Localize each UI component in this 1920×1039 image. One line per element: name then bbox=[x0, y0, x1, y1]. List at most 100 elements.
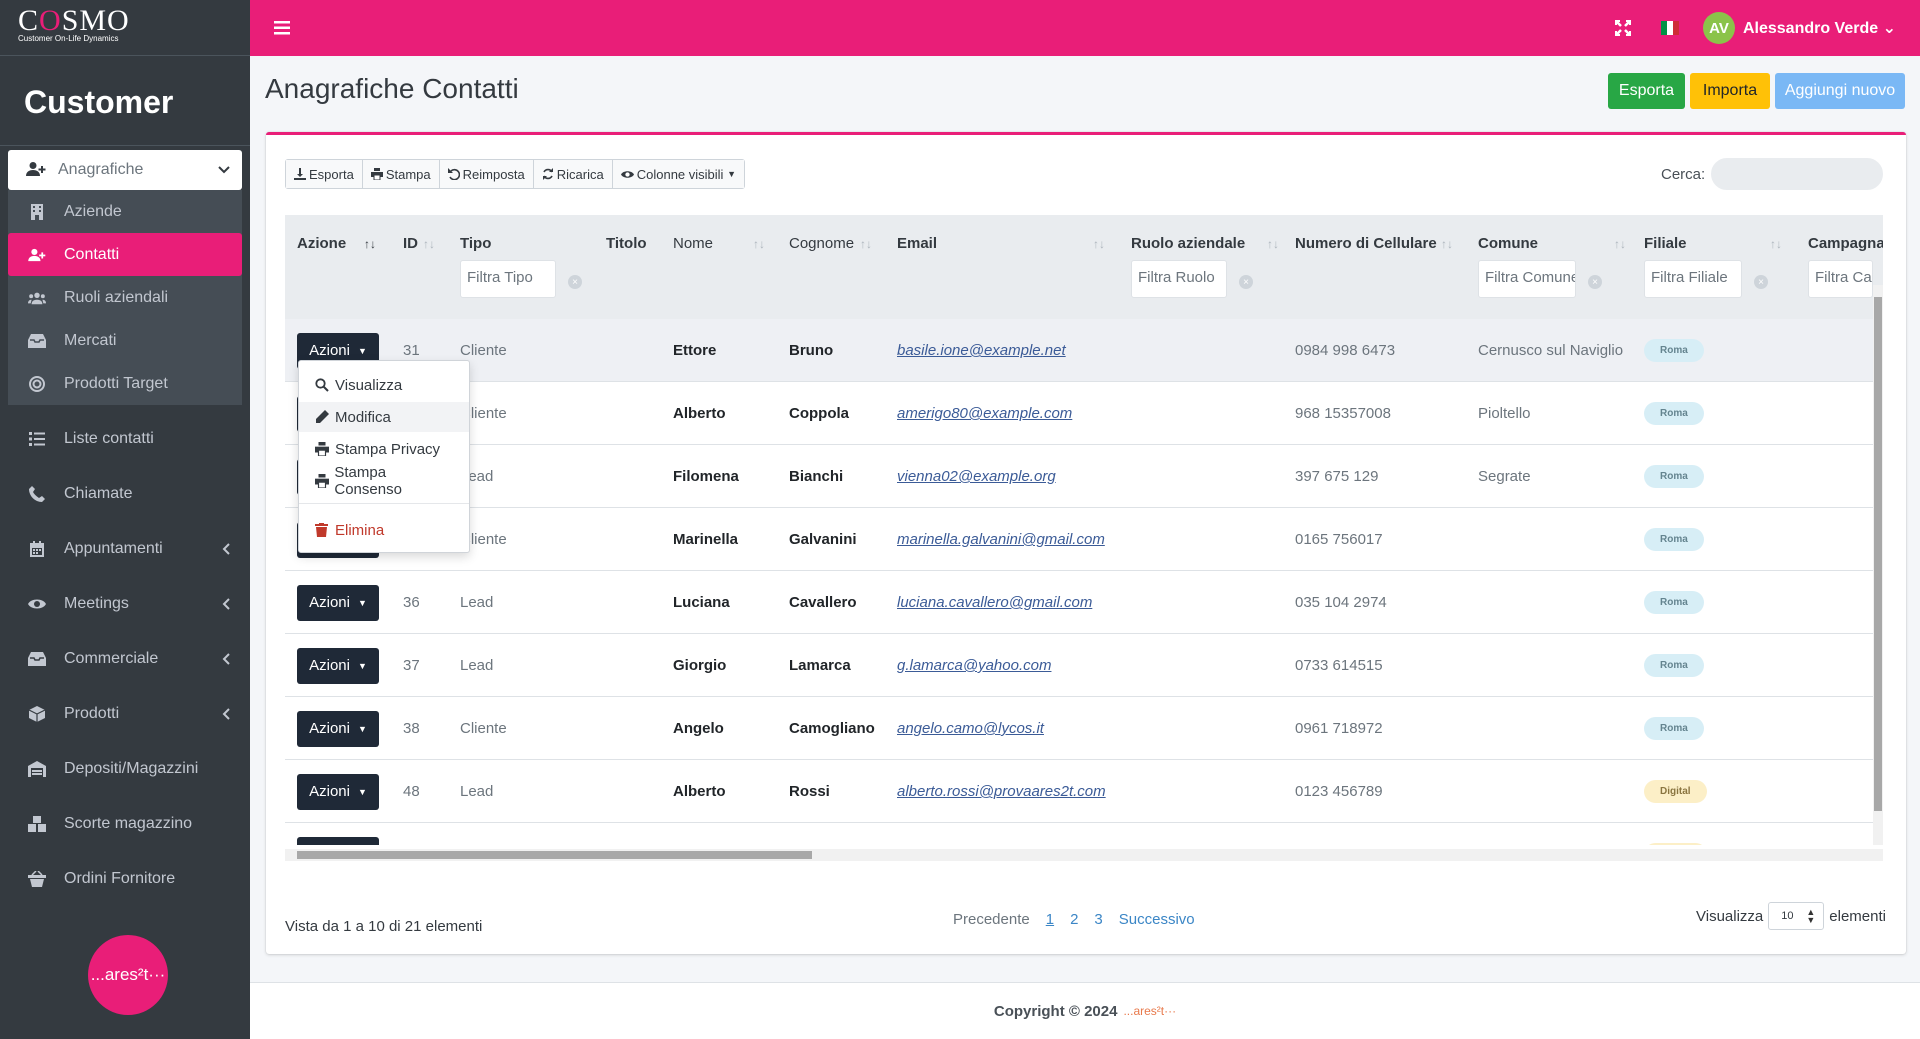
sidebar-item-liste-contatti[interactable]: Liste contatti bbox=[8, 411, 242, 466]
cell-id: 36 bbox=[403, 594, 420, 611]
clear-filter-icon[interactable]: × bbox=[1239, 275, 1253, 289]
cell-email[interactable]: g.lamarca@yahoo.com bbox=[897, 634, 1051, 697]
toolbar-export-button[interactable]: Esporta bbox=[286, 160, 363, 188]
toolbar-reload-button[interactable]: Ricarica bbox=[533, 160, 613, 188]
cell-email[interactable]: luciana.cavallero@gmail.com bbox=[897, 571, 1092, 634]
sidebar-item-appuntamenti[interactable]: Appuntamenti bbox=[8, 521, 242, 576]
sidebar-item-ordini-fornitore[interactable]: Ordini Fornitore bbox=[8, 851, 242, 906]
col-azione[interactable]: Azione ↑↓ bbox=[297, 235, 376, 252]
row-actions-button[interactable]: Azioni▼ bbox=[297, 773, 379, 810]
sidebar: COSMO Customer On-Life Dynamics Customer… bbox=[0, 0, 250, 1039]
clear-filter-icon[interactable]: × bbox=[1754, 275, 1768, 289]
toolbar-reset-button[interactable]: Reimposta bbox=[439, 160, 534, 188]
page-2-button[interactable]: 2 bbox=[1070, 911, 1078, 928]
col-id[interactable]: ID ↑↓ bbox=[403, 235, 435, 252]
search-input[interactable] bbox=[1711, 158, 1883, 190]
view-menu-item[interactable]: Visualizza bbox=[299, 370, 469, 400]
sidebar-item-aziende[interactable]: Aziende bbox=[8, 190, 242, 233]
table-info: Vista da 1 a 10 di 21 elementi bbox=[285, 918, 483, 935]
cell-email[interactable]: alberto.rossi@provaares2t.com bbox=[897, 760, 1106, 823]
sidebar-item-prodotti-target[interactable]: Prodotti Target bbox=[8, 362, 242, 405]
cell-azione: Azioni ▼ bbox=[297, 760, 379, 823]
cell-email[interactable]: vienna02@example.org bbox=[897, 445, 1056, 508]
export-button[interactable]: Esporta bbox=[1608, 73, 1685, 109]
col-campagna[interactable]: Campagna bbox=[1808, 235, 1883, 252]
cell-cellulare: 035 104 2974 bbox=[1295, 594, 1387, 611]
cell-cognome: Coppola bbox=[789, 405, 849, 422]
col-filiale[interactable]: Filiale ↑↓ bbox=[1644, 235, 1782, 252]
length-suffix: elementi bbox=[1829, 907, 1886, 925]
sidebar-item-contatti[interactable]: Contatti bbox=[8, 233, 242, 276]
clear-filter-icon[interactable]: × bbox=[568, 275, 582, 289]
toolbar-print-button[interactable]: Stampa bbox=[362, 160, 440, 188]
cell-tipo: Lead bbox=[460, 657, 494, 674]
col-cellulare[interactable]: Numero di Cellulare ↑↓ bbox=[1295, 235, 1453, 252]
row-actions-button[interactable]: Azioni▼ bbox=[297, 584, 379, 621]
fullscreen-icon[interactable] bbox=[1614, 20, 1631, 36]
cell-email[interactable]: basile.ione@example.net bbox=[897, 319, 1066, 382]
sidebar-item-ruoli-aziendali[interactable]: Ruoli aziendali bbox=[8, 276, 242, 319]
print-consent-menu-item[interactable]: Stampa Consenso bbox=[299, 464, 469, 498]
page-1-button[interactable]: 1 bbox=[1046, 911, 1054, 928]
cell-cellulare: 968 15357008 bbox=[1295, 405, 1391, 422]
scrollbar-thumb[interactable] bbox=[1874, 297, 1882, 811]
sidebar-item-prodotti[interactable]: Prodotti bbox=[8, 686, 242, 741]
reload-icon bbox=[542, 168, 554, 180]
sidebar-item-scorte-magazzino[interactable]: Scorte magazzino bbox=[8, 796, 242, 851]
row-actions-button[interactable]: Azioni▼ bbox=[297, 836, 379, 845]
cell-email[interactable]: marinella.galvanini@gmail.com bbox=[897, 508, 1105, 571]
cell-email[interactable]: amerigo80@example.com bbox=[897, 382, 1072, 445]
menu-toggle-icon[interactable] bbox=[274, 21, 292, 35]
sidebar-group-anagrafiche[interactable]: Anagrafiche bbox=[8, 150, 242, 190]
prev-page-button[interactable]: Precedente bbox=[953, 911, 1030, 928]
cell-email[interactable]: andrea.bassi@provaares.com bbox=[897, 823, 1097, 845]
col-cognome[interactable]: Cognome ↑↓ bbox=[789, 235, 872, 252]
scrollbar-thumb[interactable] bbox=[297, 851, 812, 859]
sidebar-item-commerciale[interactable]: Commerciale bbox=[8, 631, 242, 686]
sidebar-item-depositi[interactable]: Depositi/Magazzini bbox=[8, 741, 242, 796]
print-privacy-menu-item[interactable]: Stampa Privacy bbox=[299, 434, 469, 464]
vertical-scrollbar[interactable] bbox=[1873, 285, 1883, 845]
page-length-select[interactable]: 10 ▲ ▼ bbox=[1768, 902, 1825, 930]
sidebar-item-mercati[interactable]: Mercati bbox=[8, 319, 242, 362]
filter-filiale-input[interactable]: Filtra Filiale bbox=[1644, 260, 1742, 298]
col-email[interactable]: Email ↑↓ bbox=[897, 235, 1105, 252]
sidebar-item-label: Liste contatti bbox=[64, 429, 154, 447]
filter-tipo-input[interactable]: Filtra Tipo bbox=[460, 260, 556, 298]
cell-filiale: Roma bbox=[1644, 445, 1704, 508]
horizontal-scrollbar[interactable] bbox=[285, 849, 1883, 861]
cell-email[interactable]: angelo.camo@lycos.it bbox=[897, 697, 1044, 760]
import-button[interactable]: Importa bbox=[1690, 73, 1770, 109]
filter-campagna-input[interactable]: Filtra Campagna bbox=[1808, 260, 1873, 298]
edit-menu-item[interactable]: Modifica bbox=[299, 402, 469, 432]
italian-flag-icon[interactable] bbox=[1660, 21, 1679, 35]
ares-badge[interactable]: ...ares²t··· bbox=[88, 935, 168, 1015]
filter-comune-input[interactable]: Filtra Comune bbox=[1478, 260, 1576, 298]
col-comune[interactable]: Comune ↑↓ bbox=[1478, 235, 1626, 252]
col-ruolo[interactable]: Ruolo aziendale ↑↓ bbox=[1131, 235, 1279, 252]
col-nome[interactable]: Nome ↑↓ bbox=[673, 235, 765, 252]
clear-filter-icon[interactable]: × bbox=[1588, 275, 1602, 289]
cell-nome: Angelo bbox=[673, 720, 724, 737]
row-actions-button[interactable]: Azioni▼ bbox=[297, 647, 379, 684]
sidebar-item-label: Ruoli aziendali bbox=[64, 288, 169, 306]
page-3-button[interactable]: 3 bbox=[1094, 911, 1102, 928]
add-new-button[interactable]: Aggiungi nuovo bbox=[1775, 73, 1905, 109]
brand-logo[interactable]: COSMO Customer On-Life Dynamics bbox=[0, 0, 250, 56]
toolbar-columns-button[interactable]: Colonne visibili ▼ bbox=[612, 160, 744, 188]
status-badge: Digital bbox=[1644, 780, 1707, 803]
filter-ruolo-input[interactable]: Filtra Ruolo bbox=[1131, 260, 1227, 298]
user-menu[interactable]: Alessandro Verde ⌄ bbox=[1743, 18, 1896, 38]
list-icon bbox=[28, 430, 46, 448]
status-badge: Roma bbox=[1644, 654, 1704, 677]
col-titolo[interactable]: Titolo bbox=[606, 235, 647, 252]
next-page-button[interactable]: Successivo bbox=[1119, 911, 1195, 928]
sidebar-item-chiamate[interactable]: Chiamate bbox=[8, 466, 242, 521]
avatar[interactable]: AV bbox=[1702, 12, 1735, 44]
menu-item-label: Elimina bbox=[335, 521, 385, 539]
row-actions-button[interactable]: Azioni▼ bbox=[297, 710, 379, 747]
sidebar-item-meetings[interactable]: Meetings bbox=[8, 576, 242, 631]
delete-menu-item[interactable]: Elimina bbox=[299, 515, 469, 545]
sidebar-item-label: Prodotti bbox=[64, 704, 120, 722]
col-tipo[interactable]: Tipo bbox=[460, 235, 491, 252]
